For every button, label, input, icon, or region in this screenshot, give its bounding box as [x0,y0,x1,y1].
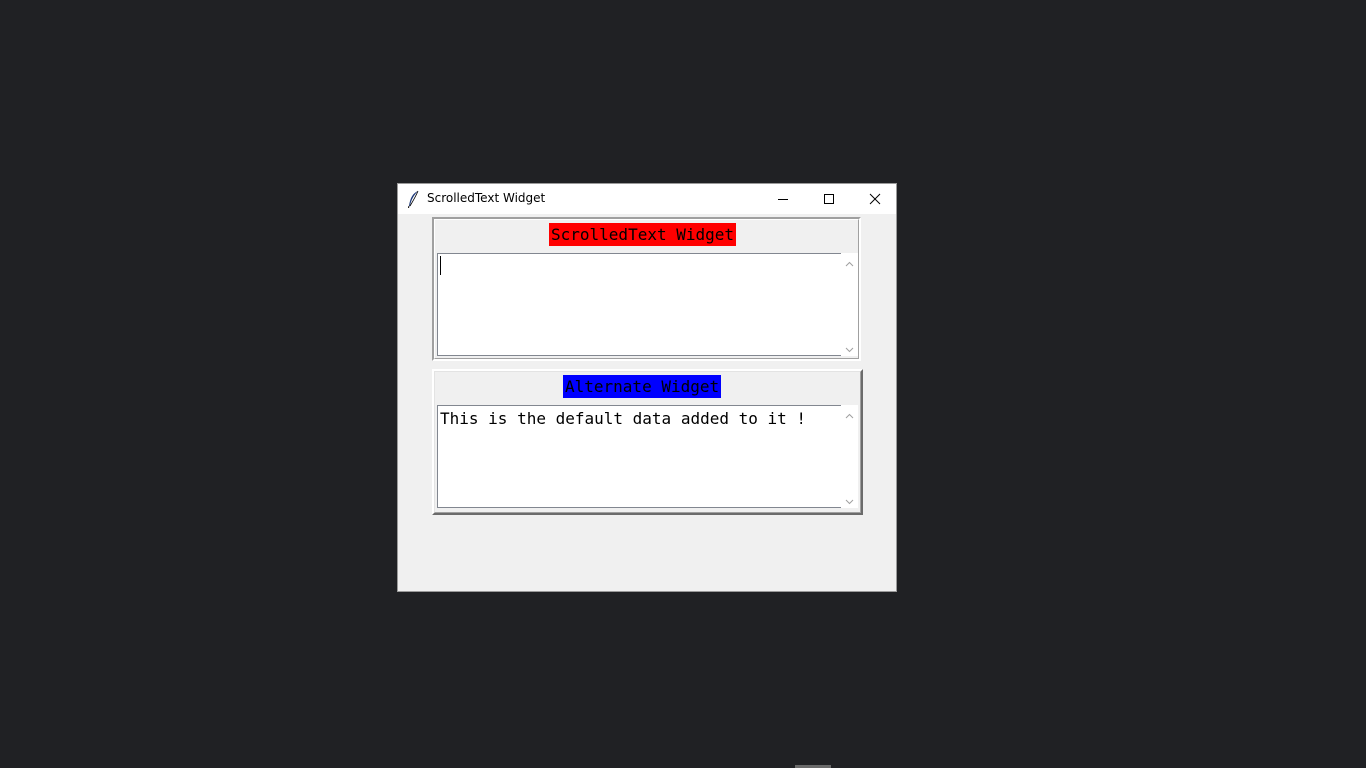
alternate-labelframe: Alternate Widget This is the default dat… [432,369,863,515]
close-button[interactable] [852,184,898,214]
scrolledtext-label: ScrolledText Widget [549,223,737,246]
maximize-button[interactable] [806,184,852,214]
app-window: ScrolledText Widget ScrolledText Widget … [397,183,897,592]
chevron-up-icon [845,404,854,423]
text-caret [440,256,441,275]
minimize-button[interactable] [760,184,806,214]
scroll-down-button[interactable] [841,491,858,508]
close-icon [869,190,881,209]
window-title: ScrolledText Widget [427,191,546,205]
minimize-icon [777,190,789,209]
scrolledtext-labelframe: ScrolledText Widget [432,217,861,361]
alternate-label: Alternate Widget [563,375,722,398]
alternate-text-input[interactable]: This is the default data added to it ! [437,405,841,508]
maximize-icon [823,190,835,209]
feather-icon [407,190,421,209]
chevron-down-icon [845,490,854,509]
scrolledtext-input[interactable] [437,253,841,356]
scroll-up-button[interactable] [841,405,858,422]
chevron-up-icon [845,252,854,271]
title-bar[interactable]: ScrolledText Widget [398,184,896,214]
alternate-scrollbar[interactable] [841,405,858,508]
scrolledtext-scrollbar[interactable] [841,253,858,356]
chevron-down-icon [845,338,854,357]
scroll-up-button[interactable] [841,253,858,270]
desktop: ScrolledText Widget ScrolledText Widget … [0,0,1366,768]
scroll-down-button[interactable] [841,339,858,356]
